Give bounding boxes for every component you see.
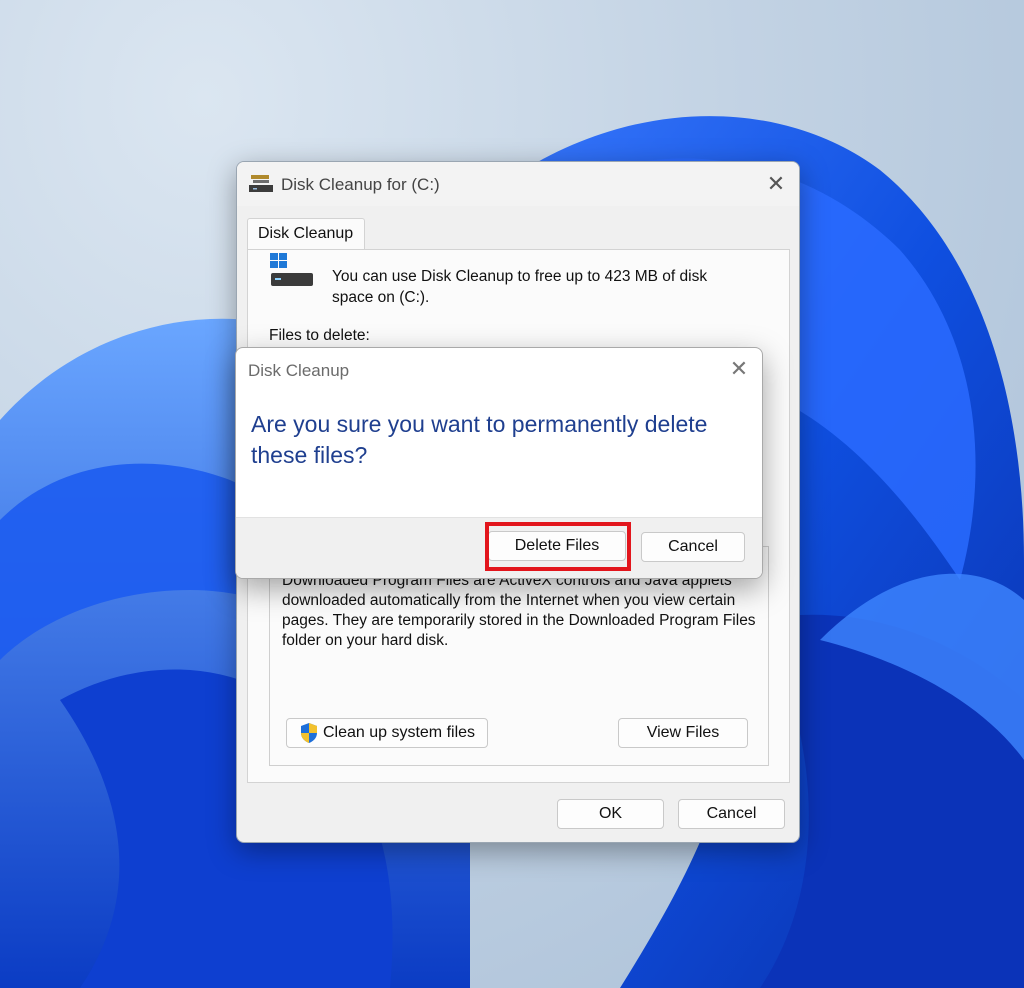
disk-cleanup-app-icon bbox=[249, 175, 273, 192]
dialog-cancel-button[interactable]: Cancel bbox=[641, 532, 745, 562]
description-text: Downloaded Program Files are ActiveX con… bbox=[282, 572, 756, 649]
dialog-message: Are you sure you want to permanently del… bbox=[251, 411, 708, 468]
clean-up-system-files-label: Clean up system files bbox=[322, 724, 476, 741]
dialog-close-icon[interactable]: ✕ bbox=[722, 354, 756, 384]
close-icon[interactable]: ✕ bbox=[753, 162, 799, 206]
intro-text: You can use Disk Cleanup to free up to 4… bbox=[332, 268, 708, 306]
drive-icon bbox=[270, 253, 313, 286]
clean-up-system-files-button[interactable]: Clean up system files bbox=[286, 718, 488, 748]
ok-button[interactable]: OK bbox=[557, 799, 664, 829]
delete-files-highlight-box bbox=[485, 522, 631, 571]
view-files-button[interactable]: View Files bbox=[618, 718, 748, 748]
cancel-button[interactable]: Cancel bbox=[678, 799, 785, 829]
dialog-title: Disk Cleanup bbox=[248, 361, 350, 380]
window-titlebar[interactable]: Disk Cleanup for (C:) ✕ bbox=[237, 162, 799, 206]
window-title: Disk Cleanup for (C:) bbox=[281, 175, 440, 194]
tab-label: Disk Cleanup bbox=[258, 225, 354, 242]
shield-icon bbox=[300, 723, 317, 743]
tab-disk-cleanup[interactable]: Disk Cleanup bbox=[247, 218, 365, 251]
files-to-delete-label: Files to delete: bbox=[269, 327, 370, 344]
